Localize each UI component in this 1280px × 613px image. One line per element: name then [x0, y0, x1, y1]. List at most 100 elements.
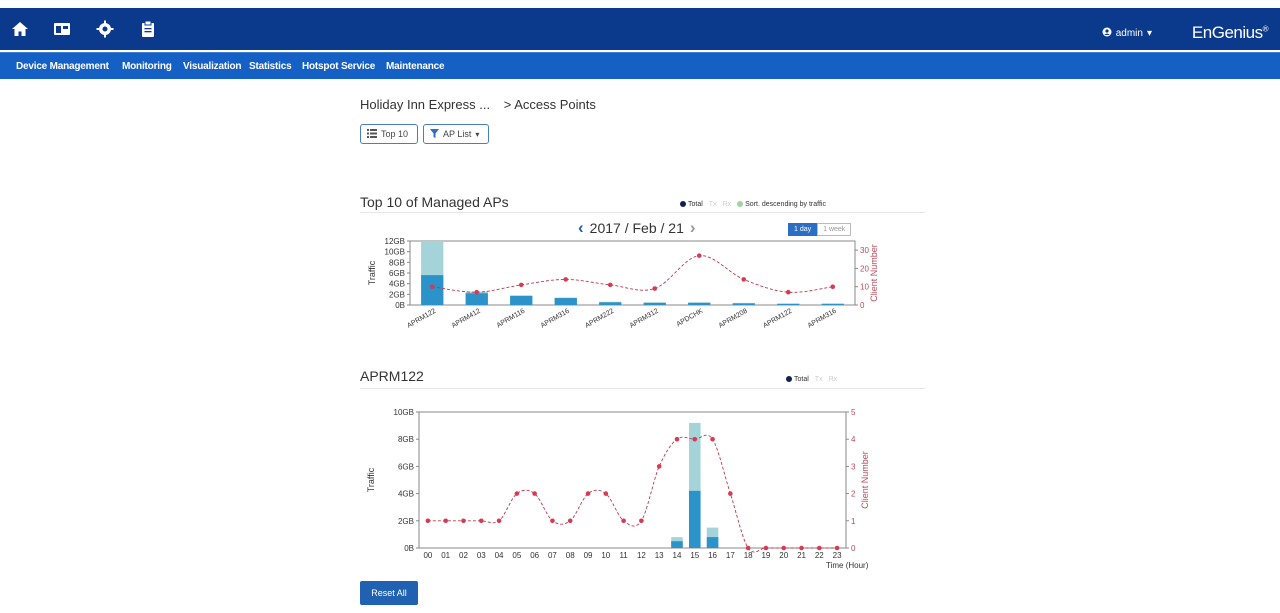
x-tick-label: APRM412	[451, 308, 482, 330]
bar-tx	[706, 537, 719, 548]
client-point	[478, 518, 484, 524]
x-tick-label: 09	[584, 551, 593, 560]
client-point	[550, 518, 555, 524]
x-tick-label: 16	[708, 551, 717, 560]
bar-tx	[688, 490, 701, 548]
x-tick-label: APRM122	[762, 308, 793, 330]
x-tick-label: 15	[690, 551, 699, 560]
x-tick-label: 23	[833, 551, 842, 560]
x-tick-label: 04	[495, 551, 504, 560]
y-axis-label: Traffic	[366, 467, 376, 492]
y-tick-label: 6GB	[398, 462, 414, 471]
client-point	[799, 545, 804, 551]
x-tick-label: 01	[441, 551, 450, 560]
client-point	[741, 277, 747, 282]
bar-tx	[465, 293, 488, 305]
y-axis-label: Traffic	[367, 260, 377, 285]
x-tick-label: 20	[779, 551, 788, 560]
x-tick-label: 07	[548, 551, 557, 560]
client-point	[745, 545, 751, 551]
client-point	[817, 545, 822, 551]
x-tick-label: 02	[459, 551, 468, 560]
x-tick-label: APRM208	[718, 308, 749, 330]
y-tick-label: 6GB	[389, 269, 405, 278]
y-tick-label: 2GB	[398, 517, 414, 526]
x-tick-label: APRM316	[540, 308, 571, 330]
x-tick-label: 06	[530, 551, 539, 560]
client-point	[567, 518, 573, 524]
y2-axis-label: Client Number	[869, 244, 879, 302]
x-tick-label: APRM116	[496, 308, 527, 330]
y2-axis-label: Client Number	[860, 451, 870, 509]
y2-tick-label: 1	[851, 517, 856, 526]
y-tick-label: 4GB	[398, 490, 414, 499]
top-aps-chart: 0B2GB4GB6GB8GB10GB12GB0102030Traffic Clie…	[367, 237, 879, 330]
x-tick-label: 18	[744, 551, 753, 560]
client-point	[674, 436, 680, 442]
x-tick-label: 00	[423, 551, 432, 560]
client-point	[496, 518, 502, 524]
client-point	[518, 282, 524, 288]
reset-all-button[interactable]: Reset All	[360, 581, 418, 605]
client-point	[834, 545, 840, 551]
y-tick-label: 8GB	[398, 435, 414, 444]
y-tick-label: 2GB	[389, 290, 405, 299]
charts-canvas: 0B2GB4GB6GB8GB10GB12GB0102030Traffic Clie…	[366, 237, 879, 570]
x-tick-label: 22	[815, 551, 824, 560]
bar-tx	[688, 302, 711, 305]
y2-tick-label: 5	[851, 408, 856, 417]
bar-tx	[732, 303, 755, 305]
x-tick-label: 17	[726, 551, 735, 560]
client-line	[427, 434, 838, 553]
bar-tx	[554, 298, 577, 305]
bar-tx	[643, 302, 666, 305]
x-tick-label: 05	[512, 551, 521, 560]
y2-tick-label: 3	[851, 462, 856, 471]
x-axis-label: Time (Hour)	[826, 561, 869, 570]
client-point	[710, 436, 715, 442]
bar-tx	[671, 541, 683, 548]
bar-tx	[599, 302, 622, 305]
x-tick-label: 11	[619, 551, 628, 560]
client-point	[656, 464, 662, 469]
client-point	[621, 518, 626, 524]
client-point	[728, 491, 733, 496]
client-point	[532, 491, 537, 496]
x-tick-label: 12	[637, 551, 646, 560]
client-point	[425, 518, 431, 524]
client-point	[639, 518, 644, 524]
client-point	[785, 289, 791, 295]
client-point	[830, 284, 836, 290]
client-point	[603, 491, 609, 496]
client-point	[781, 545, 787, 551]
y2-tick-label: 4	[851, 435, 856, 444]
x-tick-label: 08	[566, 551, 575, 560]
y-tick-label: 10GB	[385, 248, 405, 257]
client-point	[461, 518, 466, 524]
client-point	[607, 282, 613, 288]
bar-tx	[821, 303, 844, 305]
client-point	[563, 277, 569, 282]
ap-hourly-chart: 0B2GB4GB6GB8GB10GB012345Traffic Client Nu…	[366, 408, 870, 570]
y-tick-label: 8GB	[389, 258, 405, 267]
client-point	[585, 491, 591, 496]
x-tick-label: APRM316	[807, 308, 838, 330]
client-point	[652, 286, 658, 291]
x-tick-label: APRM222	[584, 308, 615, 330]
client-point	[443, 518, 448, 524]
y2-tick-label: 0	[851, 544, 856, 553]
x-tick-label: APRM122	[406, 308, 437, 330]
client-point	[692, 436, 698, 442]
x-tick-label: 21	[797, 551, 806, 560]
x-tick-label: 14	[673, 551, 682, 560]
client-point	[514, 491, 520, 496]
x-tick-label: 13	[655, 551, 664, 560]
bar-tx	[777, 303, 800, 305]
client-point	[696, 253, 702, 258]
x-tick-label: 10	[601, 551, 610, 560]
y-tick-label: 12GB	[385, 237, 405, 246]
plot-frame	[418, 411, 847, 549]
client-line	[432, 255, 833, 293]
y2-tick-label: 0	[860, 301, 865, 310]
x-tick-label: APRM312	[629, 308, 660, 330]
